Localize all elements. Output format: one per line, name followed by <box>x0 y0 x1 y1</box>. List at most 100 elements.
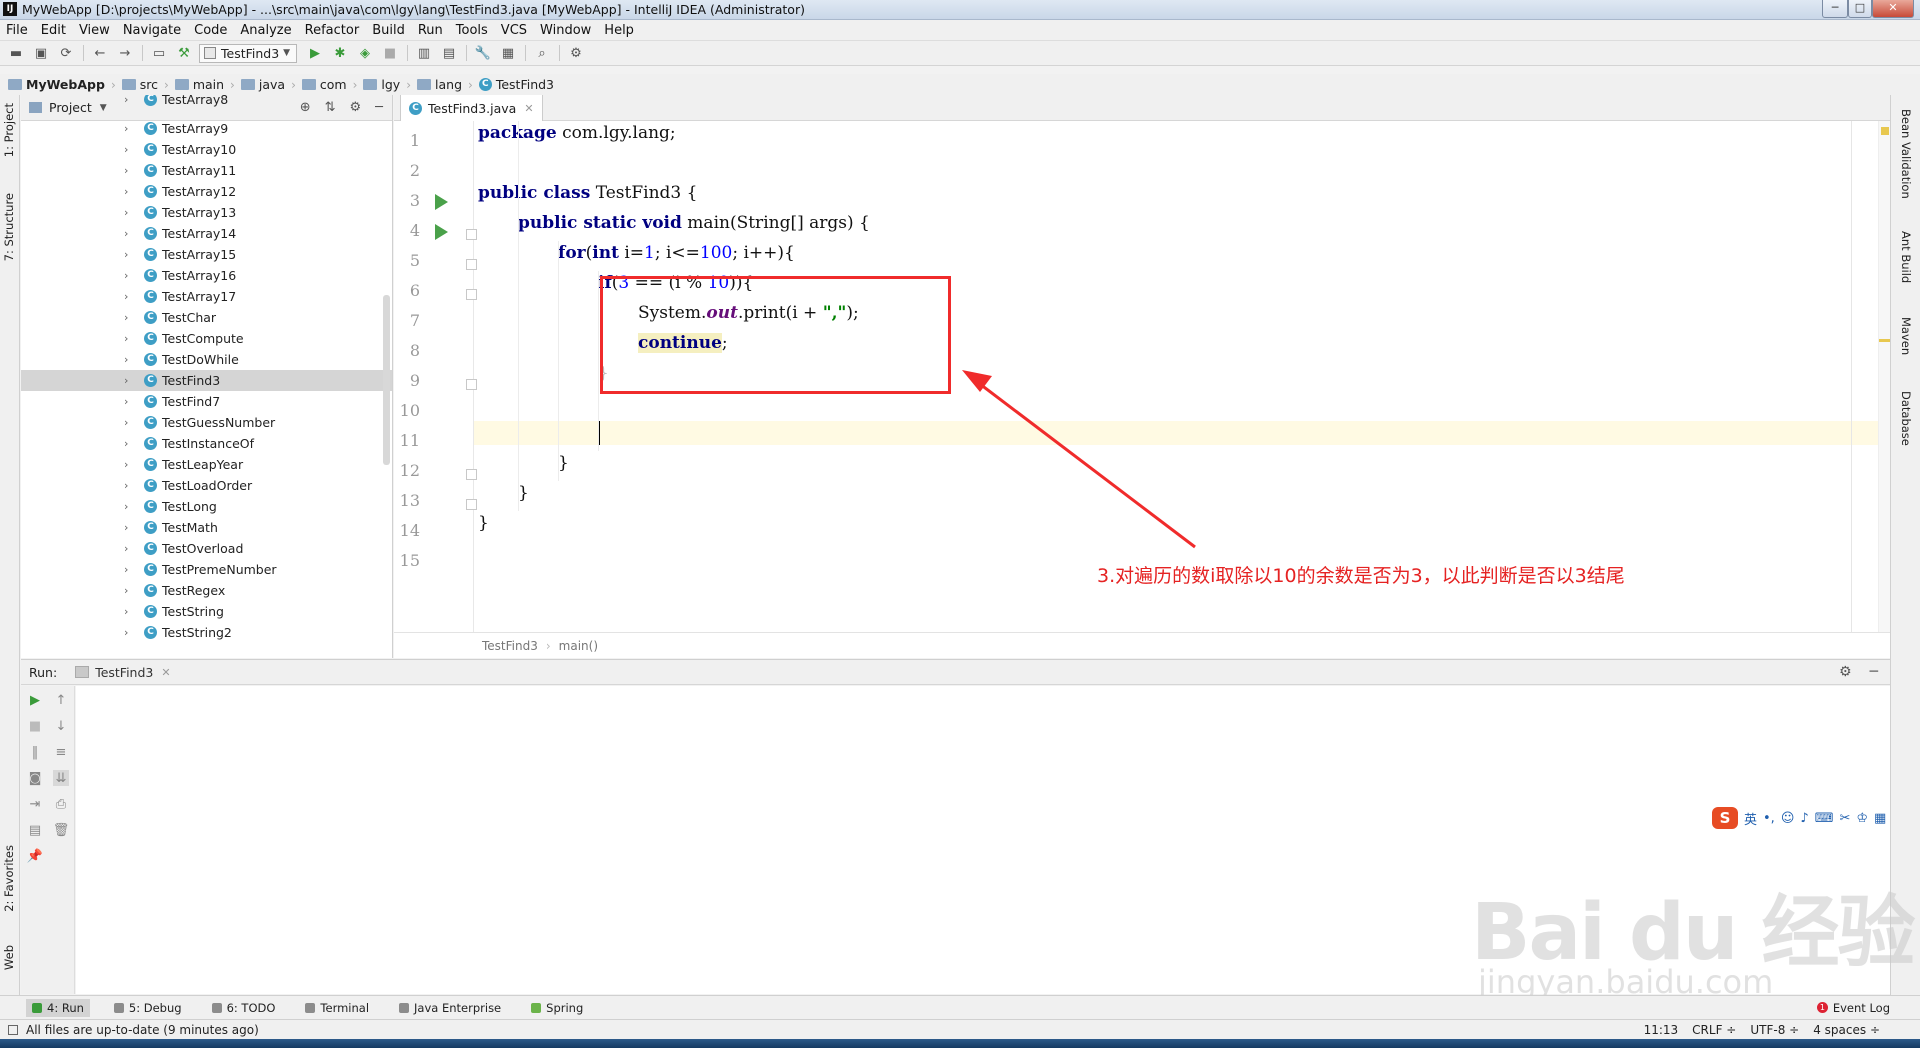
menu-file[interactable]: File <box>6 23 28 38</box>
maven-tab[interactable]: Maven <box>1899 317 1913 355</box>
tree-item[interactable]: › C TestLeapYear <box>21 454 392 475</box>
close-tab-icon[interactable]: ✕ <box>524 102 533 115</box>
tree-item[interactable]: › C TestRegex <box>21 580 392 601</box>
menu-vcs[interactable]: VCS <box>501 23 527 38</box>
chevron-right-icon[interactable]: › <box>124 164 134 177</box>
chevron-right-icon[interactable]: › <box>124 248 134 261</box>
emoji-icon[interactable]: ☺ <box>1781 811 1795 826</box>
run-configuration-select[interactable]: TestFind3 ▼ <box>199 43 297 63</box>
chevron-right-icon[interactable]: › <box>124 143 134 156</box>
crumb-lgy[interactable]: lgy › <box>363 77 411 92</box>
tree-item[interactable]: › C TestArray14 <box>21 223 392 244</box>
event-log-tab[interactable]: 1 Event Log <box>1816 1001 1890 1015</box>
inspection-status-icon[interactable] <box>1881 127 1889 135</box>
bean-validation-tab[interactable]: Bean Validation <box>1899 109 1913 199</box>
tree-item[interactable]: › C TestFind7 <box>21 391 392 412</box>
crumb-lang[interactable]: lang › <box>417 77 473 92</box>
chevron-right-icon[interactable]: › <box>124 227 134 240</box>
tree-item[interactable]: › C TestDoWhile <box>21 349 392 370</box>
indent-setting[interactable]: 4 spaces ÷ <box>1813 1023 1880 1037</box>
chevron-right-icon[interactable]: › <box>124 206 134 219</box>
crumb-class[interactable]: C TestFind3 <box>478 77 554 92</box>
tree-item[interactable]: › C TestArray13 <box>21 202 392 223</box>
pause-icon[interactable]: ‖ <box>27 744 43 760</box>
ime-language-toggle[interactable]: 英 <box>1744 809 1757 828</box>
menu-window[interactable]: Window <box>540 23 591 38</box>
favorites-tool-tab[interactable]: 2: Favorites <box>2 845 16 912</box>
java-enterprise-tool-tab[interactable]: Java Enterprise <box>393 999 507 1017</box>
forward-arrow-icon[interactable]: → <box>115 43 135 63</box>
close-tab-icon[interactable]: ✕ <box>161 666 170 679</box>
tree-item[interactable]: › C TestLoadOrder <box>21 475 392 496</box>
tree-item[interactable]: › C TestInstanceOf <box>21 433 392 454</box>
chevron-right-icon[interactable]: › <box>124 374 134 387</box>
tree-item[interactable]: › C TestGuessNumber <box>21 412 392 433</box>
crumb-src[interactable]: src › <box>121 77 169 92</box>
settings-wrench-icon[interactable]: 🔧 <box>473 43 493 63</box>
run-gutter-icon[interactable] <box>435 224 448 240</box>
chevron-right-icon[interactable]: › <box>124 311 134 324</box>
chevron-right-icon[interactable]: › <box>124 332 134 345</box>
menu-tools[interactable]: Tools <box>456 23 488 38</box>
tree-item[interactable]: › C TestOverload <box>21 538 392 559</box>
debug-tool-tab[interactable]: 5: Debug <box>108 999 188 1017</box>
save-all-icon[interactable]: ▣ <box>31 43 51 63</box>
crumb-project[interactable]: MyWebApp › <box>8 77 116 92</box>
stop-icon[interactable]: ■ <box>27 718 43 734</box>
tree-item[interactable]: › C TestArray10 <box>21 139 392 160</box>
chevron-right-icon[interactable]: › <box>124 185 134 198</box>
file-encoding[interactable]: UTF-8 ÷ <box>1750 1023 1799 1037</box>
tree-item[interactable]: › C TestPremeNumber <box>21 559 392 580</box>
chevron-right-icon[interactable]: › <box>124 584 134 597</box>
chevron-right-icon[interactable]: › <box>124 269 134 282</box>
chevron-right-icon[interactable]: › <box>124 95 134 106</box>
menu-help[interactable]: Help <box>604 23 634 38</box>
minimize-button[interactable]: ─ <box>1822 0 1848 18</box>
trash-icon[interactable]: 🗑 <box>53 822 70 838</box>
layout-icon[interactable]: ▤ <box>27 822 43 838</box>
pin-icon[interactable]: 📌 <box>27 848 43 864</box>
chevron-right-icon[interactable]: › <box>124 353 134 366</box>
restore-layout-icon[interactable]: ⇥ <box>27 796 43 812</box>
build-hammer-icon[interactable]: ⚒ <box>174 43 194 63</box>
chevron-right-icon[interactable]: › <box>124 500 134 513</box>
scroll-down-icon[interactable]: ↓ <box>53 718 69 734</box>
menu-build[interactable]: Build <box>372 23 405 38</box>
tree-item[interactable]: › C TestArray15 <box>21 244 392 265</box>
microphone-icon[interactable]: ♪ <box>1800 811 1808 826</box>
menu-edit[interactable]: Edit <box>41 23 66 38</box>
tree-item[interactable]: › C TestArray8 <box>21 95 392 110</box>
open-folder-icon[interactable]: ▬ <box>6 43 26 63</box>
back-arrow-icon[interactable]: ← <box>90 43 110 63</box>
tree-item[interactable]: › C TestFind3 <box>21 370 392 391</box>
chevron-right-icon[interactable]: › <box>124 626 134 639</box>
run-gutter-icon[interactable] <box>435 194 448 210</box>
terminal-tool-tab[interactable]: Terminal <box>299 999 375 1017</box>
debug-bug-icon[interactable]: ✱ <box>330 43 350 63</box>
tree-item[interactable]: › C TestArray12 <box>21 181 392 202</box>
chevron-right-icon[interactable]: › <box>124 458 134 471</box>
chevron-right-icon[interactable]: › <box>124 479 134 492</box>
tree-item[interactable]: › C TestArray9 <box>21 118 392 139</box>
chevron-right-icon[interactable]: › <box>124 437 134 450</box>
keyboard-icon[interactable]: ⌨ <box>1815 811 1834 826</box>
hide-panel-icon[interactable]: ─ <box>1870 664 1878 680</box>
rerun-icon[interactable]: ▶ <box>27 692 43 708</box>
line-separator[interactable]: CRLF ÷ <box>1692 1023 1736 1037</box>
chevron-right-icon[interactable]: › <box>124 563 134 576</box>
run-coverage-icon[interactable]: ◈ <box>355 43 375 63</box>
punctuation-icon[interactable]: •, <box>1763 811 1775 826</box>
crumb-com[interactable]: com › <box>301 77 357 92</box>
chevron-right-icon[interactable]: › <box>124 605 134 618</box>
tree-item[interactable]: › C TestString <box>21 601 392 622</box>
menu-analyze[interactable]: Analyze <box>240 23 291 38</box>
sync-icon[interactable]: ⟳ <box>56 43 76 63</box>
crumb-main[interactable]: main › <box>174 77 235 92</box>
print-icon[interactable]: ⎙ <box>53 796 69 812</box>
chevron-right-icon[interactable]: › <box>124 395 134 408</box>
sogou-logo-icon[interactable]: S <box>1712 807 1738 829</box>
chevron-right-icon[interactable]: › <box>124 521 134 534</box>
skin-icon[interactable]: ♔ <box>1856 811 1868 826</box>
toolbox-icon[interactable]: ✂ <box>1839 811 1850 826</box>
database-tab[interactable]: Database <box>1899 391 1913 446</box>
